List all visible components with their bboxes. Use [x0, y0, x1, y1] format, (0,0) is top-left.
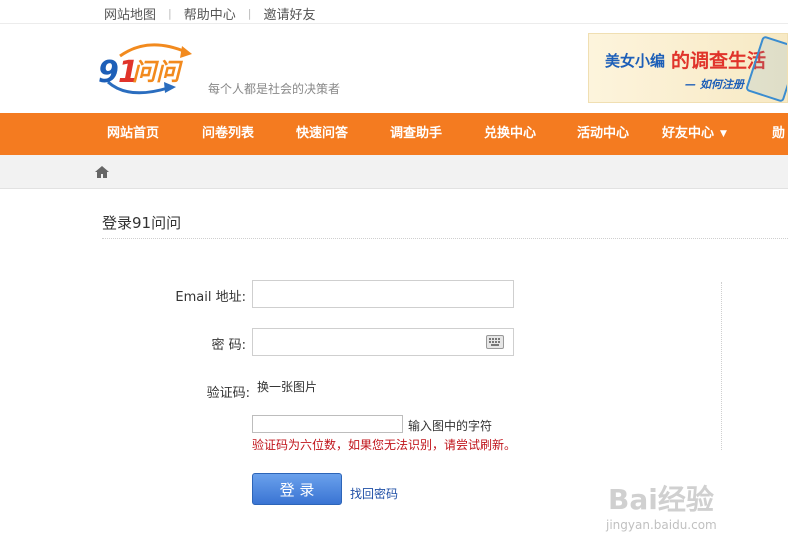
nav-item-quick-qa[interactable]: 快速问答	[296, 113, 348, 155]
page-title: 登录91问问	[102, 214, 182, 232]
svg-text:问问: 问问	[132, 58, 184, 86]
nav-item-friends-label: 好友中心	[662, 126, 715, 141]
keyboard-icon[interactable]	[486, 335, 504, 349]
watermark-brand: Bai经验	[608, 483, 714, 516]
captcha-label: 验证码:	[206, 386, 250, 401]
site-slogan: 每个人都是社会的决策者	[208, 82, 341, 96]
nav-item-activities[interactable]: 活动中心	[577, 113, 629, 155]
nav-item-home[interactable]: 网站首页	[107, 113, 159, 155]
password-label: 密 码:	[211, 338, 246, 353]
help-center-link[interactable]: 帮助中心	[184, 4, 236, 23]
promo-banner[interactable]: 美女小编 的调查生活 — 如何注册	[588, 33, 788, 103]
captcha-hint: 输入图中的字符	[408, 419, 493, 433]
breadcrumb	[0, 155, 788, 189]
banner-text-1: 美女小编	[605, 52, 666, 70]
banner-text-3: — 如何注册	[685, 78, 744, 91]
site-map-link[interactable]: 网站地图	[104, 4, 156, 23]
site-logo[interactable]: 9 1 问问	[98, 38, 198, 100]
captcha-refresh-link[interactable]: 换一张图片	[257, 378, 317, 395]
top-separator: |	[247, 7, 252, 20]
logo-graphic: 9 1 问问	[98, 43, 192, 95]
home-icon[interactable]	[95, 165, 109, 179]
top-utility-bar: 网站地图 | 帮助中心 | 邀请好友	[0, 0, 788, 24]
captcha-warning: 验证码为六位数，如果您无法识别，请尝试刷新。	[252, 438, 517, 452]
email-label: Email 地址:	[175, 290, 246, 305]
title-divider	[102, 238, 788, 239]
email-input[interactable]	[252, 280, 514, 308]
login-button[interactable]: 登 录	[252, 473, 342, 505]
nav-item-exchange[interactable]: 兑换中心	[484, 113, 536, 155]
svg-text:9: 9	[98, 55, 119, 90]
nav-item-surveys[interactable]: 问卷列表	[202, 113, 254, 155]
nav-item-survey-helper[interactable]: 调查助手	[390, 113, 442, 155]
password-input[interactable]	[252, 328, 514, 356]
top-separator: |	[168, 7, 172, 20]
captcha-input[interactable]	[252, 415, 403, 433]
chevron-down-icon: ▼	[720, 129, 727, 139]
site-header: 9 1 问问 每个人都是社会的决策者 美女小编 的调查生活 — 如何注册	[0, 24, 788, 113]
baidu-jingyan-watermark: Bai经验 jingyan.baidu.com	[604, 478, 788, 540]
form-side-divider	[721, 282, 722, 450]
nav-item-medals[interactable]: 勋	[772, 113, 785, 155]
watermark-url: jingyan.baidu.com	[606, 518, 717, 532]
invite-friends-link[interactable]: 邀请好友	[263, 4, 315, 23]
main-nav: 网站首页 问卷列表 快速问答 调查助手 兑换中心 活动中心 好友中心 ▼ 勋	[0, 113, 788, 155]
forgot-password-link[interactable]: 找回密码	[350, 485, 398, 502]
nav-item-friends[interactable]: 好友中心 ▼	[662, 113, 727, 155]
top-links: 网站地图 | 帮助中心 | 邀请好友	[104, 4, 315, 23]
